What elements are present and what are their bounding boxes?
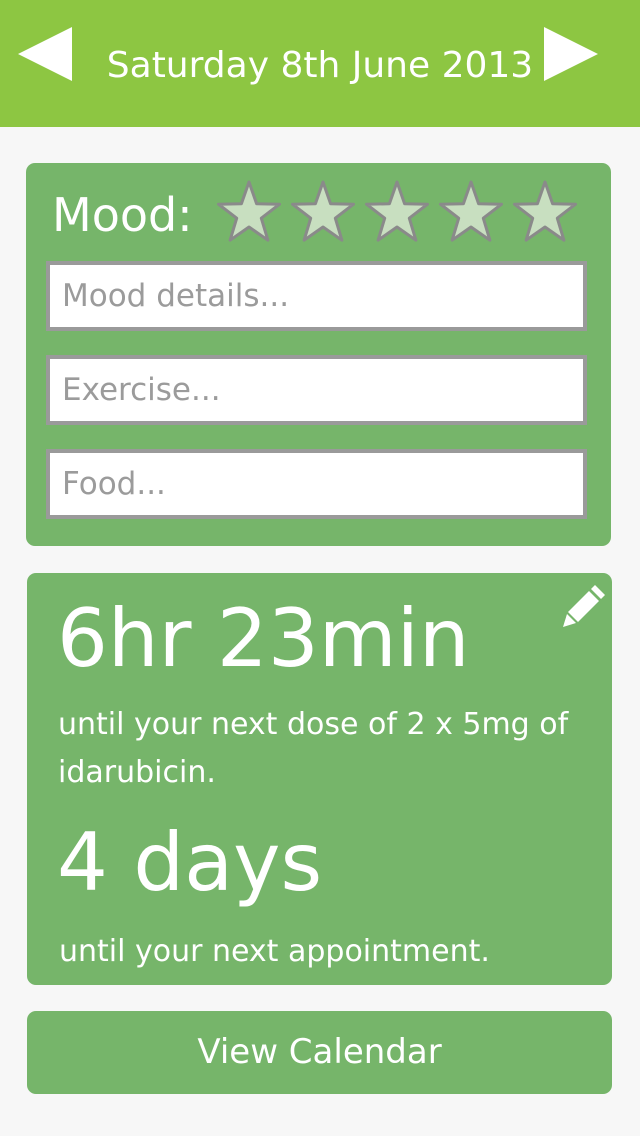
medication-card: 6hr 23min until your next dose of 2 x 5m… (27, 573, 612, 985)
page-title: Saturday 8th June 2013 (106, 45, 534, 86)
star-5-icon[interactable] (510, 179, 580, 249)
pencil-icon[interactable] (563, 585, 605, 627)
dose-description: until your next dose of 2 x 5mg of idaru… (58, 707, 569, 790)
star-4-icon[interactable] (436, 179, 506, 249)
appointment-countdown: 4 days (57, 816, 323, 909)
mood-label: Mood: (52, 188, 193, 242)
view-calendar-button[interactable]: View Calendar (27, 1011, 612, 1094)
dose-countdown: 6hr 23min (57, 592, 470, 685)
previous-day-arrow-icon[interactable] (16, 24, 76, 84)
star-3-icon[interactable] (362, 179, 432, 249)
exercise-input[interactable] (46, 355, 587, 425)
mood-details-input[interactable] (46, 261, 587, 331)
mood-card: Mood: (26, 163, 611, 546)
app-header: Saturday 8th June 2013 (0, 0, 640, 127)
mood-rating (214, 179, 584, 249)
food-input[interactable] (46, 449, 587, 519)
appointment-description: until your next appointment. (59, 934, 490, 969)
star-2-icon[interactable] (288, 179, 358, 249)
next-day-arrow-icon[interactable] (540, 24, 600, 84)
star-1-icon[interactable] (214, 179, 284, 249)
